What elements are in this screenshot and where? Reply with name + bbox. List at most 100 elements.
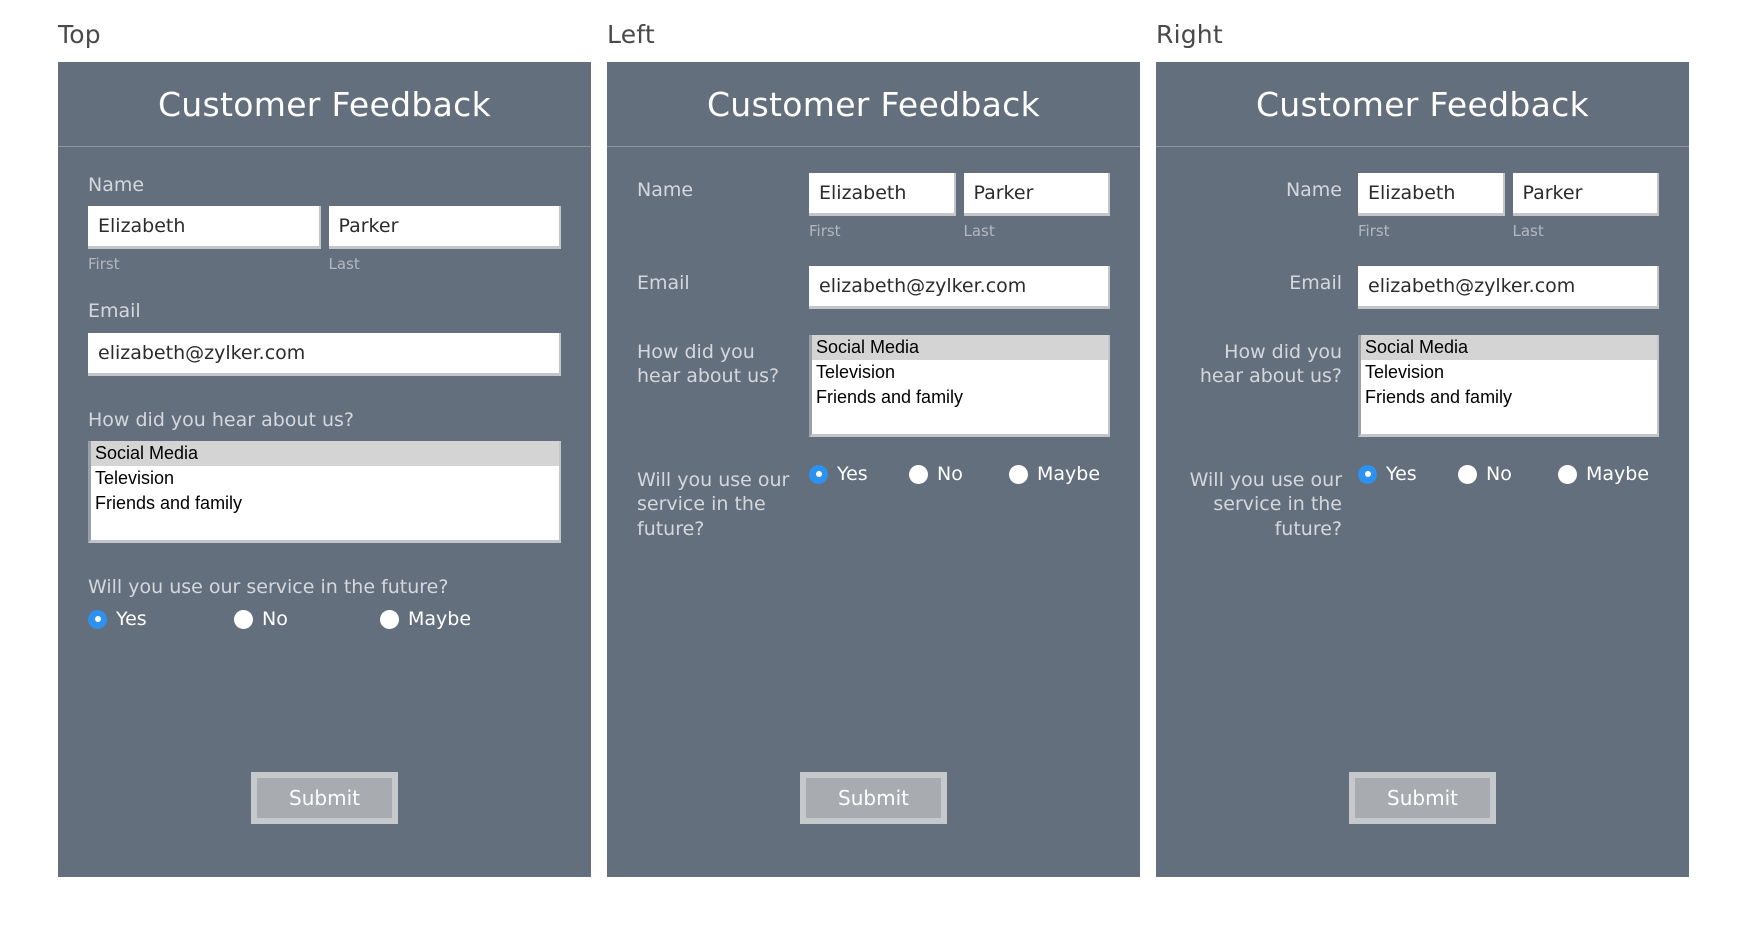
name-control: First Last [1358,173,1659,240]
source-listbox[interactable]: Social Media Television Friends and fami… [88,440,561,543]
page-root: Top Customer Feedback Name First [0,0,1744,942]
name-row: First Last [1358,173,1659,240]
card-header: Customer Feedback [607,62,1140,147]
field-email: Email [88,299,561,376]
radio-dot-icon[interactable] [380,609,399,629]
radio-label: No [1486,463,1512,485]
name-last-cell: Last [328,206,561,274]
source-control: Social Media Television Friends and fami… [1358,335,1659,437]
label-email: Email [637,272,690,294]
name-first-cell: First [1358,173,1505,240]
submit-button[interactable]: Submit [251,772,398,824]
radio-dot-icon[interactable] [1358,464,1377,484]
last-name-sublabel: Last [963,222,995,240]
radio-option-maybe[interactable]: Maybe [380,608,526,630]
radio-dot-icon[interactable] [1558,464,1577,484]
last-name-input[interactable] [328,206,561,250]
name-last-cell: Last [1512,173,1659,240]
listbox-option[interactable]: Friends and family [1361,385,1657,410]
feedback-card-right: Customer Feedback Name First L [1156,62,1689,877]
listbox-option[interactable]: Social Media [91,440,559,466]
label-source: How did you hear about us? [637,341,780,388]
radio-label: Yes [116,608,147,631]
field-name: Name First Last [88,173,561,273]
field-email: Email [1186,266,1659,309]
submit-button[interactable]: Submit [1349,772,1496,824]
label-future: Will you use our service in the future? [1189,469,1342,540]
column-caption-left: Left [607,20,655,49]
email-control [809,266,1110,309]
name-control: First Last [88,206,561,273]
radio-label: No [262,608,288,631]
radio-dot-icon[interactable] [88,609,107,629]
last-name-input[interactable] [963,173,1110,216]
field-email: Email [637,266,1110,309]
radio-dot-icon[interactable] [234,609,253,629]
column-right: Right Customer Feedback Name First [1156,0,1689,942]
last-name-sublabel: Last [328,255,360,274]
first-name-sublabel: First [1358,222,1390,240]
listbox-option[interactable]: Friends and family [91,491,559,516]
radio-option-yes[interactable]: Yes [809,463,909,485]
feedback-card-top: Customer Feedback Name First L [58,62,591,877]
name-row: First Last [88,206,561,273]
field-name: Name First Last [1186,173,1659,240]
radio-dot-icon[interactable] [1009,464,1028,484]
card-body: Name First Last [1156,147,1689,876]
submit-wrap: Submit [58,772,591,824]
name-last-cell: Last [963,173,1110,240]
first-name-sublabel: First [88,255,120,274]
source-listbox[interactable]: Social Media Television Friends and fami… [809,335,1110,437]
label-future: Will you use our service in the future? [637,469,790,540]
submit-button[interactable]: Submit [800,772,947,824]
email-input[interactable] [1358,266,1659,309]
listbox-option[interactable]: Social Media [1361,335,1657,360]
radio-option-maybe[interactable]: Maybe [1558,463,1649,485]
radio-option-no[interactable]: No [234,608,380,630]
radio-option-yes[interactable]: Yes [88,608,234,630]
label-email: Email [88,300,141,323]
name-first-cell: First [809,173,956,240]
label-name: Name [1285,179,1342,201]
email-input[interactable] [809,266,1110,309]
column-top: Top Customer Feedback Name First [58,0,591,942]
listbox-option[interactable]: Social Media [812,335,1108,360]
future-control: Yes No Maybe [809,463,1110,485]
field-future: Will you use our service in the future? … [1186,463,1659,541]
radio-option-no[interactable]: No [1458,463,1558,485]
radio-dot-icon[interactable] [1458,464,1477,484]
listbox-option[interactable]: Friends and family [812,385,1108,410]
name-row: First Last [809,173,1110,240]
email-control [88,332,561,376]
listbox-option[interactable]: Television [91,466,559,491]
first-name-input[interactable] [1358,173,1505,216]
email-input[interactable] [88,332,561,376]
radio-dot-icon[interactable] [809,464,828,484]
submit-wrap: Submit [1156,772,1689,824]
future-radio-group: Yes No Maybe [1358,463,1659,485]
radio-option-maybe[interactable]: Maybe [1009,463,1100,485]
label-future: Will you use our service in the future? [88,575,449,598]
radio-dot-icon[interactable] [909,464,928,484]
radio-label: Maybe [408,608,472,631]
first-name-input[interactable] [809,173,956,216]
name-first-cell: First [88,206,321,273]
label-source: How did you hear about us? [88,408,354,431]
page-title: Customer Feedback [157,84,492,124]
source-listbox[interactable]: Social Media Television Friends and fami… [1358,335,1659,437]
last-name-input[interactable] [1512,173,1659,216]
last-name-sublabel: Last [1512,222,1544,240]
listbox-option[interactable]: Television [812,360,1108,385]
radio-option-no[interactable]: No [909,463,1009,485]
listbox-option[interactable]: Television [1361,360,1657,385]
label-source: How did you hear about us? [1199,341,1342,388]
first-name-input[interactable] [88,206,321,250]
label-email: Email [1289,272,1342,294]
radio-label: Maybe [1037,463,1101,485]
email-control [1358,266,1659,309]
field-source: How did you hear about us? Social Media … [637,335,1110,437]
field-source: How did you hear about us? Social Media … [1186,335,1659,437]
radio-option-yes[interactable]: Yes [1358,463,1458,485]
field-name: Name First Last [637,173,1110,240]
future-control: Yes No Maybe [1358,463,1659,485]
